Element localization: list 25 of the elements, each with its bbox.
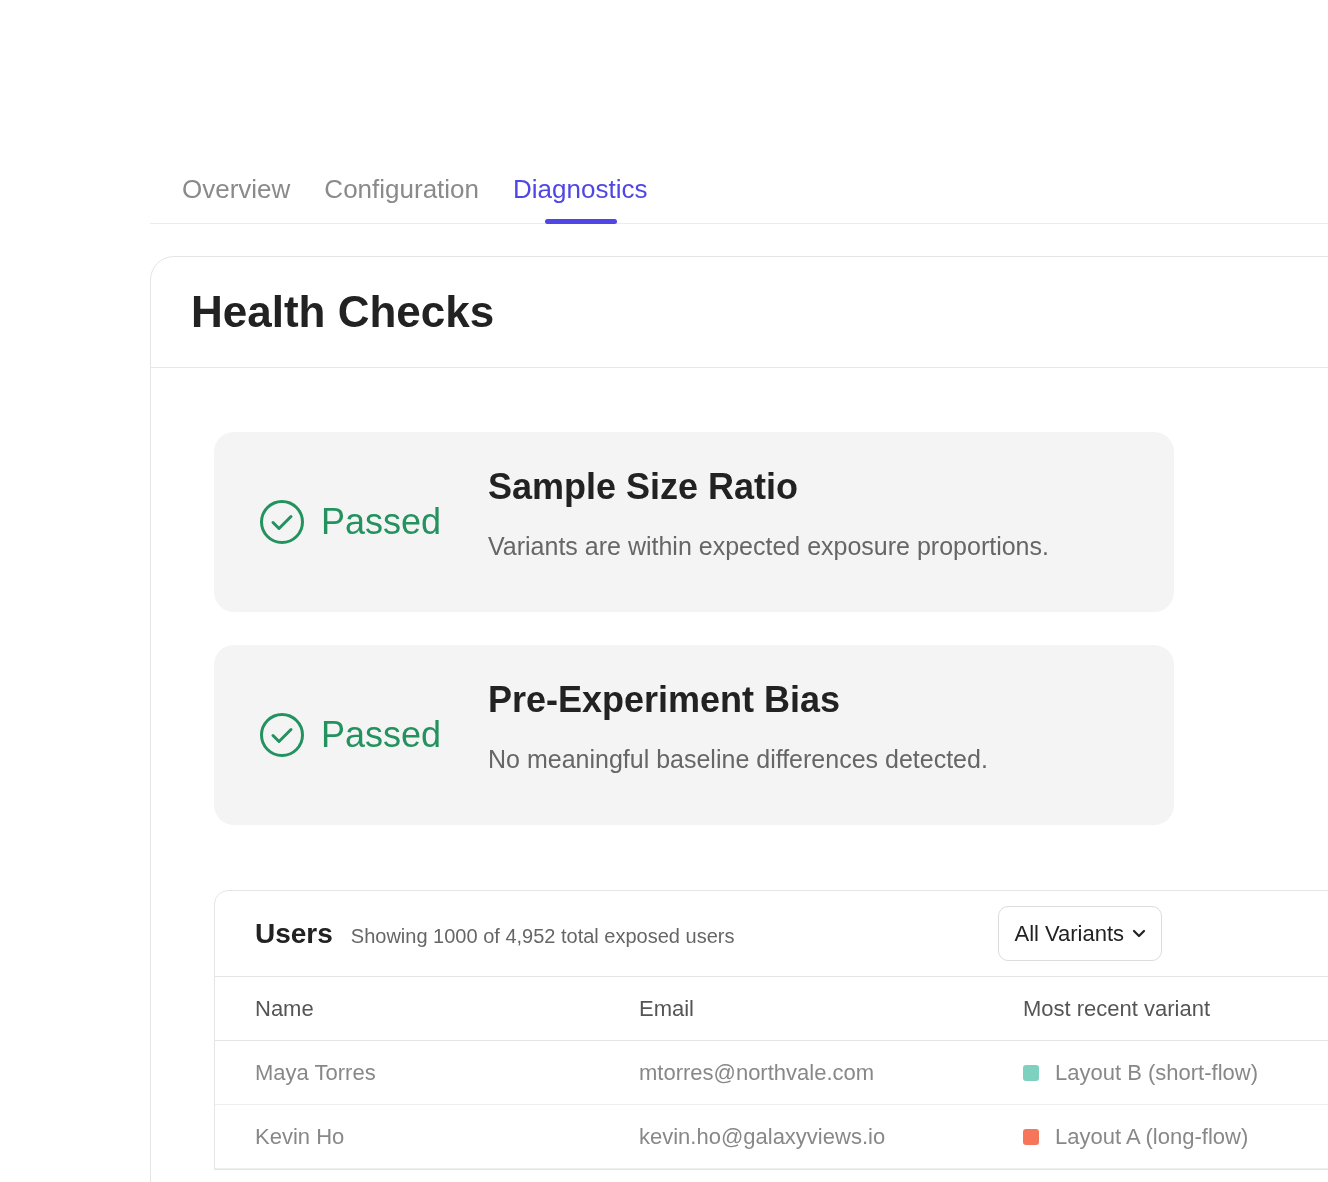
- variant-filter-dropdown[interactable]: All Variants: [998, 906, 1163, 961]
- check-description: Variants are within expected exposure proportions.: [488, 531, 1049, 563]
- check-title: Sample Size Ratio: [488, 465, 800, 510]
- column-header: Name: [255, 995, 315, 1023]
- tab[interactable]: Configuration: [324, 170, 479, 223]
- table-cell-text: Layout A (long-flow): [1055, 1123, 1249, 1151]
- table-title: Users: [255, 916, 333, 951]
- table-cell-text: Layout B (short-flow): [1055, 1059, 1258, 1087]
- table-cell-text: Kevin Ho: [255, 1123, 346, 1151]
- table-cell-text: kevin.ho@galaxyviews.io: [639, 1123, 887, 1151]
- status-label: Passed: [321, 713, 442, 757]
- check-title: Pre-Experiment Bias: [488, 678, 842, 723]
- check-circle-icon: [259, 499, 305, 545]
- tab[interactable]: Diagnostics: [513, 170, 648, 223]
- table-cell-text: mtorres@northvale.com: [639, 1059, 876, 1087]
- status-label: Passed: [321, 500, 442, 544]
- check-description: No meaningful baseline differences detected.: [488, 744, 988, 776]
- table-cell-text: Maya Torres: [255, 1059, 377, 1087]
- check-circle-icon: [259, 712, 305, 758]
- table-subtitle: Showing 1000 of 4,952 total exposed users: [350, 923, 735, 949]
- tab[interactable]: Overview: [182, 170, 291, 223]
- panel-title: Health Checks: [191, 286, 495, 338]
- chevron-down-icon: [1132, 928, 1147, 939]
- column-header: Most recent variant: [1023, 995, 1212, 1023]
- column-header: Email: [639, 995, 695, 1023]
